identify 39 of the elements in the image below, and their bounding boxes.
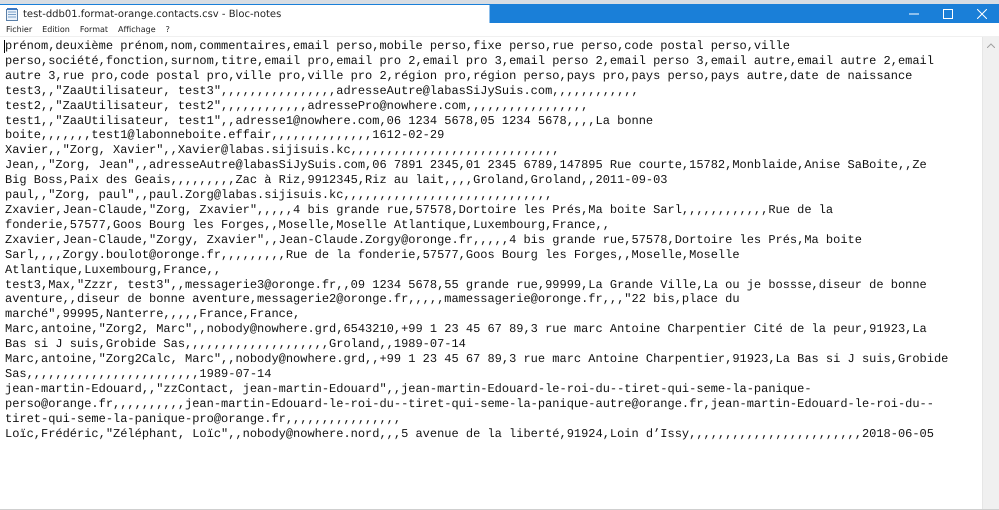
text-line: Sarl,,,,Zorgy.boulot@oronge.fr,,,,,,,,,Rue de la fonderie,57577,Goos Bourg les Forges,,Moselle,Moselle (5, 248, 740, 262)
text-line: Xavier,,"Zorg, Xavier",,Xavier@labas.sijisuis.kc,,,,,,,,,,,,,,,,,,,,,,,,,,,,, (5, 143, 560, 158)
text-line: Jean,,"Zorg, Jean",,adresseAutre@labasSiJySuis.com,06 7891 2345,01 2345 6789,147895 Rue courte,15782,Monblaide,Anise SaBoite,,Ze (5, 158, 927, 172)
menu-item[interactable]: Fichier (6, 25, 32, 34)
text-line: test3,,"ZaaUtilisateur, test3",,,,,,,,,,,,,,,,adresseAutre@labasSiJySuis.com,,,,,,,,,,,, (5, 84, 639, 98)
maximize-icon (943, 9, 953, 19)
text-line: jean-martin-Edouard,,"zzContact, jean-martin-Edouard",,jean-martin-Edouard-le-roi-du--tiret-qui-seme-la-panique- (5, 382, 812, 396)
text-line: test1,,"ZaaUtilisateur, test1",,adresse1@nowhere.com,06 1234 5678,05 1234 5678,,,,La bonne (5, 114, 654, 128)
menu-item[interactable]: ? (166, 25, 170, 34)
text-line: Zxavier,Jean-Claude,"Zorg, Zxavier",,,,,4 bis grande rue,57578,Dortoire les Prés,Ma boite Sarl,,,,,,,,,,,,Rue de la (5, 202, 834, 217)
text-line: perso,société,fonction,surnom,titre,email pro,email pro 2,email pro 3,email perso 2,email perso 3,email autre,email autre 2,email (5, 54, 934, 68)
text-line: tiret-qui-seme-la-panique-pro@orange.fr,,,,,,,,,,,,,,,, (5, 412, 402, 426)
text-line: test3,Max,"Zzzr, test3",,messagerie3@oronge.fr,,09 1234 5678,55 grande rue,99999,La Grande Ville,La ou je bossse,diseur de bonne (5, 278, 927, 292)
menu-item[interactable]: Edition (42, 25, 70, 34)
text-line: Zxavier,Jean-Claude,"Zorgy, Zxavier",,Jean-Claude.Zorgy@oronge.fr,,,,,4 bis grande rue,57578,Dortoire les Prés,Ma boite (5, 232, 862, 247)
text-line: fonderie,57577,Goos Bourg les Forges,,Moselle,Moselle Atlantique,Luxembourg,France,, (5, 218, 610, 232)
text-line: Marc,antoine,"Zorg2Calc, Marc",,nobody@nowhere.grd,,+99 1 23 45 67 89,3 rue marc Antoine Charpentier,91923,La Bas si J suis,Grobide (5, 352, 948, 366)
text-line: Big Boss,Paix des Geais,,,,,,,,,Zac à Riz,9912345,Riz au lait,,,,Groland,Groland,,2011-09-03 (5, 173, 668, 188)
text-line: Marc,antoine,"Zorg2, Marc",,nobody@nowhere.grd,6543210,+99 1 23 45 67 89,3 rue marc Antoine Charpentier Cité de la peur,91923,La (5, 322, 927, 336)
notepad-icon (6, 8, 18, 20)
close-icon (977, 9, 987, 19)
text-line: aventure,,diseur de bonne aventure,messagerie2@oronge.fr,,,,,mamessagerie@oronge.fr,,,"22 bis,place du (5, 292, 740, 306)
menu-item[interactable]: Affichage (118, 25, 156, 34)
text-line: Bas si J suis,Grobide Sas,,,,,,,,,,,,,,,,,,,,Groland,,1989-07-14 (5, 337, 466, 352)
text-line: test2,,"ZaaUtilisateur, test2",,,,,,,,,,,,adressePro@nowhere.com,,,,,,,,,,,,,,,,, (5, 98, 588, 113)
text-line: Atlantique,Luxembourg,France,, (5, 262, 222, 277)
text-line: Loïc,Frédéric,"Zéléphant, Loïc",,nobody@nowhere.nord,,,5 avenue de la liberté,91924,Loin d’Issy,,,,,,,,,,,,,,,,,,,,,,,,2018-06-05 (5, 426, 934, 441)
text-cursor (4, 40, 5, 53)
scroll-up-icon[interactable] (987, 43, 995, 48)
text-line: prénom,deuxième prénom,nom,commentaires,email perso,mobile perso,fixe perso,rue perso,code postal perso,ville (5, 39, 790, 53)
text-line: marché",99995,Nanterre,,,,,France,France, (5, 307, 300, 322)
text-line: paul,,"Zorg, paul",,paul.Zorg@labas.sijisuis.kc,,,,,,,,,,,,,,,,,,,,,,,,,,,,, (5, 188, 552, 202)
text-line: boite,,,,,,,test1@labonneboite.effair,,,,,,,,,,,,,,1612-02-29 (5, 128, 444, 142)
text-line: autre 3,rue pro,code postal pro,ville pro,ville pro 2,région pro,région perso,pays pro,pays perso,pays autre,date de naissance (5, 68, 912, 83)
scrollbar[interactable] (982, 37, 999, 509)
text-line: perso@orange.fr,,,,,,,,,,jean-martin-Edouard-le-roi-du--tiret-qui-seme-la-panique-autre@orange.fr,jean-martin-Edouard-le-roi-du-- (5, 396, 934, 411)
menu-item[interactable]: Format (80, 25, 108, 34)
window-title: test-ddb01.format-orange.contacts.csv - Bloc-notes (23, 8, 282, 20)
text-line: Sas,,,,,,,,,,,,,,,,,,,,,,,,1989-07-14 (5, 366, 272, 381)
